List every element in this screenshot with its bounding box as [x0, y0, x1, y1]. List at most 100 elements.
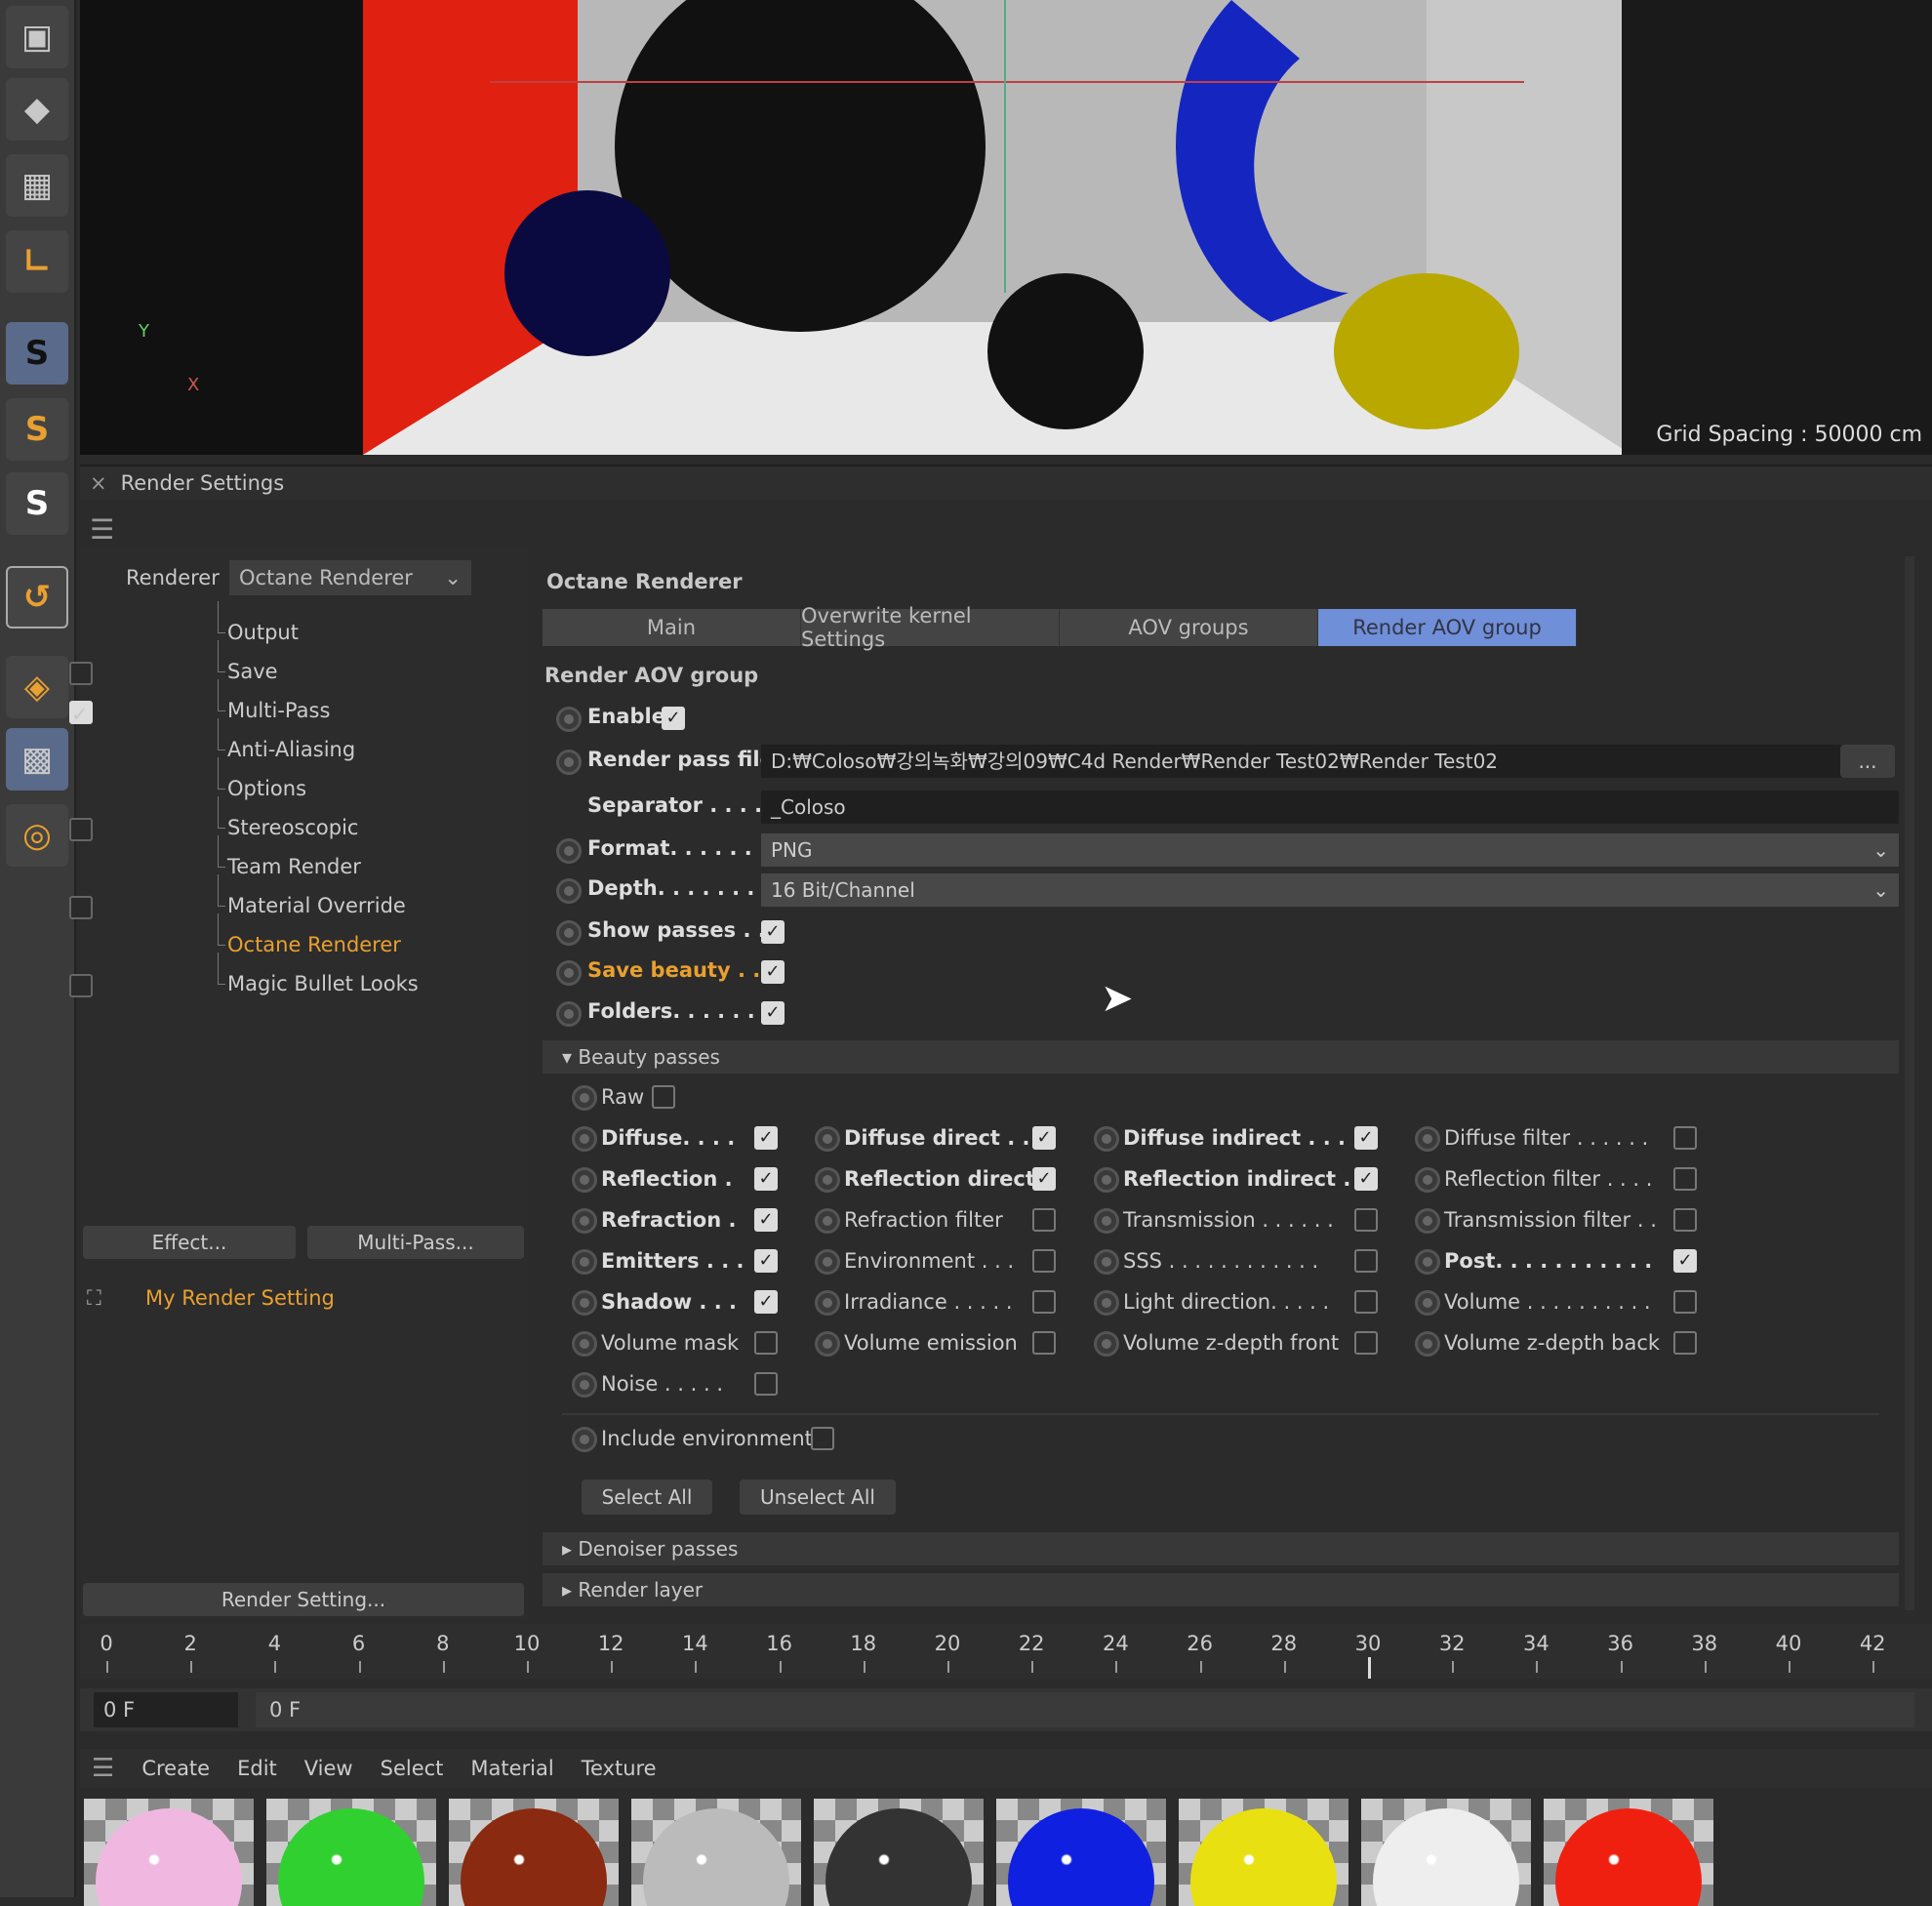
tree-item[interactable]: Material Override [218, 874, 406, 917]
menu-edit[interactable]: Edit [237, 1757, 277, 1780]
pass-checkbox[interactable]: ✓ [1032, 1126, 1056, 1150]
enable-checkbox[interactable]: ✓ [662, 707, 685, 730]
pass-checkbox[interactable] [1673, 1167, 1697, 1191]
separator-field[interactable]: _Coloso [761, 791, 1899, 824]
pass-checkbox[interactable] [1354, 1331, 1378, 1355]
animation-radio[interactable] [1094, 1331, 1119, 1357]
material-swatch[interactable] [1361, 1799, 1531, 1906]
animation-radio[interactable] [572, 1290, 597, 1316]
animation-radio[interactable] [556, 920, 582, 946]
multipass-button[interactable]: Multi-Pass... [307, 1226, 524, 1259]
show-passes-checkbox[interactable]: ✓ [761, 920, 785, 944]
pass-checkbox[interactable] [1673, 1208, 1697, 1232]
pass-checkbox[interactable] [1673, 1331, 1697, 1355]
pass-checkbox[interactable] [1354, 1208, 1378, 1232]
axis-icon[interactable]: ∟ [6, 230, 68, 293]
playhead[interactable] [1368, 1657, 1371, 1679]
browse-button[interactable]: ... [1840, 745, 1895, 778]
animation-radio[interactable] [556, 750, 582, 775]
cube-object-icon[interactable]: ◆ [6, 78, 68, 141]
tree-item[interactable]: Options [217, 757, 306, 800]
material-swatch[interactable] [449, 1799, 619, 1906]
pass-checkbox[interactable]: ✓ [1354, 1126, 1378, 1150]
pass-checkbox[interactable] [1032, 1331, 1056, 1355]
hamburger-menu-icon[interactable]: ☰ [92, 1754, 114, 1783]
pass-checkbox[interactable]: ✓ [754, 1249, 778, 1273]
animation-radio[interactable] [572, 1249, 597, 1275]
snap-s-icon[interactable]: S [6, 322, 68, 385]
tree-item[interactable]: Stereoscopic [217, 796, 358, 839]
menu-select[interactable]: Select [381, 1757, 444, 1780]
hamburger-menu-icon[interactable]: ☰ [90, 513, 114, 546]
material-swatch[interactable] [1179, 1799, 1348, 1906]
pass-checkbox[interactable] [1032, 1208, 1056, 1232]
render-setting-item[interactable]: My Render Setting [145, 1286, 335, 1310]
tree-item[interactable]: Octane Renderer [218, 913, 401, 956]
tree-checkbox[interactable] [69, 662, 93, 685]
renderer-dropdown[interactable]: Octane Renderer ⌄ [229, 560, 471, 595]
pass-checkbox[interactable]: ✓ [1354, 1167, 1378, 1191]
tree-item[interactable]: Magic Bullet Looks [218, 953, 419, 995]
pass-checkbox[interactable] [1032, 1249, 1056, 1273]
tree-checkbox[interactable] [69, 896, 93, 919]
animation-radio[interactable] [815, 1208, 840, 1234]
scrollbar[interactable] [1905, 556, 1914, 1610]
animation-radio[interactable] [556, 878, 582, 904]
animation-radio[interactable] [1415, 1167, 1440, 1193]
close-icon[interactable]: × [90, 471, 107, 495]
texture-mode-icon[interactable]: ▦ [6, 154, 68, 217]
pass-checkbox[interactable] [1673, 1290, 1697, 1314]
animation-radio[interactable] [1094, 1126, 1119, 1152]
tree-item[interactable]: Save [218, 640, 278, 683]
grid-plane-icon[interactable]: ◈ [6, 656, 68, 718]
pass-checkbox[interactable] [1673, 1126, 1697, 1150]
pass-checkbox[interactable]: ✓ [754, 1290, 778, 1314]
unselect-all-button[interactable]: Unselect All [740, 1480, 896, 1515]
menu-material[interactable]: Material [470, 1757, 553, 1780]
pass-checkbox[interactable] [754, 1331, 778, 1355]
animation-radio[interactable] [1415, 1290, 1440, 1316]
animation-radio[interactable] [1094, 1249, 1119, 1275]
tree-item[interactable]: Team Render [218, 835, 361, 878]
pass-checkbox[interactable] [754, 1372, 778, 1396]
locked-grid-icon[interactable]: ▩ [6, 728, 68, 791]
animation-radio[interactable] [815, 1167, 840, 1193]
animation-radio[interactable] [815, 1249, 840, 1275]
material-swatch[interactable] [814, 1799, 984, 1906]
tree-item[interactable]: Multi-Pass [217, 679, 330, 722]
material-swatch[interactable] [1544, 1799, 1713, 1906]
animation-radio[interactable] [572, 1372, 597, 1398]
current-frame-field[interactable]: 0 F [94, 1692, 238, 1727]
magnet-icon[interactable]: ↺ [6, 566, 68, 629]
tab-overwrite-kernel-settings[interactable]: Overwrite kernel Settings [801, 604, 1060, 651]
animation-radio[interactable] [556, 707, 582, 732]
animation-radio[interactable] [815, 1126, 840, 1152]
material-swatch[interactable] [996, 1799, 1166, 1906]
raw-checkbox[interactable] [652, 1085, 675, 1109]
animation-radio[interactable] [1094, 1167, 1119, 1193]
material-swatch[interactable] [631, 1799, 801, 1906]
animation-radio[interactable] [1415, 1208, 1440, 1234]
pass-checkbox[interactable]: ✓ [754, 1167, 778, 1191]
menu-create[interactable]: Create [141, 1757, 210, 1780]
render-setting-button[interactable]: Render Setting... [83, 1583, 524, 1616]
frame-range-slider[interactable]: 0 F [256, 1692, 1914, 1727]
menu-view[interactable]: View [304, 1757, 353, 1780]
effect-button[interactable]: Effect... [83, 1226, 296, 1259]
pass-checkbox[interactable]: ✓ [1673, 1249, 1697, 1273]
tab-main[interactable]: Main [543, 609, 801, 646]
animation-radio[interactable] [572, 1427, 597, 1452]
animation-radio[interactable] [572, 1167, 597, 1193]
animation-radio[interactable] [1094, 1290, 1119, 1316]
animation-radio[interactable] [572, 1208, 597, 1234]
save-beauty-checkbox[interactable]: ✓ [761, 960, 785, 984]
pass-checkbox[interactable] [1032, 1290, 1056, 1314]
snap-s-white-icon[interactable]: S [6, 472, 68, 535]
material-swatch[interactable] [266, 1799, 436, 1906]
animation-radio[interactable] [1415, 1331, 1440, 1357]
grid-rotate-icon[interactable]: ◎ [6, 804, 68, 867]
include-environment-checkbox[interactable] [811, 1427, 834, 1450]
animation-radio[interactable] [556, 838, 582, 864]
tree-checkbox[interactable] [69, 974, 93, 997]
pass-checkbox[interactable] [1354, 1249, 1378, 1273]
